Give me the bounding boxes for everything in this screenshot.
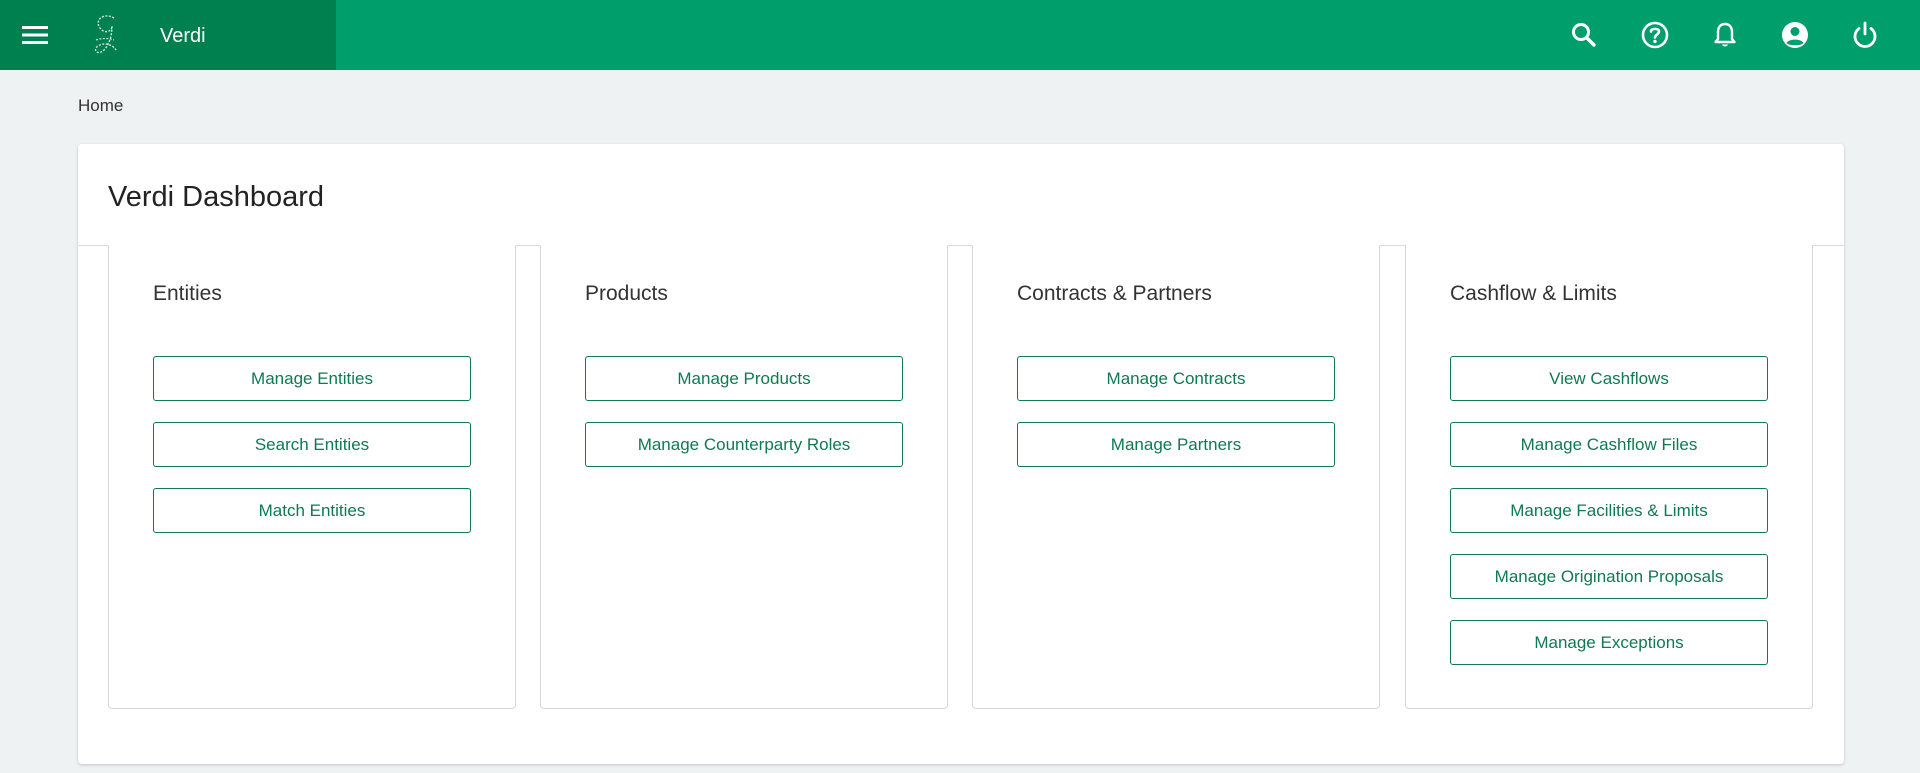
view-cashflows-button[interactable]: View Cashflows — [1450, 356, 1768, 401]
dashboard-card: Verdi Dashboard Entities Manage Entities… — [78, 144, 1844, 764]
brand-block: Verdi — [0, 0, 336, 70]
manage-exceptions-button[interactable]: Manage Exceptions — [1450, 620, 1768, 665]
section-products: Products Manage Products Manage Counterp… — [540, 245, 948, 709]
manage-counterparty-roles-button[interactable]: Manage Counterparty Roles — [585, 422, 903, 467]
account-icon[interactable] — [1779, 19, 1811, 51]
section-entities: Entities Manage Entities Search Entities… — [108, 245, 516, 709]
match-entities-button[interactable]: Match Entities — [153, 488, 471, 533]
power-icon[interactable] — [1849, 19, 1881, 51]
manage-products-button[interactable]: Manage Products — [585, 356, 903, 401]
section-cashflow-limits: Cashflow & Limits View Cashflows Manage … — [1405, 245, 1813, 709]
manage-cashflow-files-button[interactable]: Manage Cashflow Files — [1450, 422, 1768, 467]
section-title: Products — [585, 282, 668, 305]
search-entities-button[interactable]: Search Entities — [153, 422, 471, 467]
menu-icon[interactable] — [20, 22, 50, 48]
breadcrumb-home[interactable]: Home — [78, 96, 123, 116]
manage-entities-button[interactable]: Manage Entities — [153, 356, 471, 401]
app-logo — [86, 10, 126, 58]
page-title: Verdi Dashboard — [108, 181, 325, 213]
section-title: Cashflow & Limits — [1450, 282, 1617, 305]
manage-origination-proposals-button[interactable]: Manage Origination Proposals — [1450, 554, 1768, 599]
top-app-bar: Verdi — [0, 0, 1920, 70]
help-icon[interactable] — [1639, 19, 1671, 51]
section-title: Contracts & Partners — [1017, 282, 1212, 305]
notifications-icon[interactable] — [1709, 19, 1741, 51]
app-name: Verdi — [160, 25, 206, 47]
section-contracts-partners: Contracts & Partners Manage Contracts Ma… — [972, 245, 1380, 709]
manage-facilities-limits-button[interactable]: Manage Facilities & Limits — [1450, 488, 1768, 533]
manage-contracts-button[interactable]: Manage Contracts — [1017, 356, 1335, 401]
section-title: Entities — [153, 282, 222, 305]
manage-partners-button[interactable]: Manage Partners — [1017, 422, 1335, 467]
search-icon[interactable] — [1568, 19, 1600, 51]
dashboard-card-header: Verdi Dashboard — [78, 144, 1844, 246]
